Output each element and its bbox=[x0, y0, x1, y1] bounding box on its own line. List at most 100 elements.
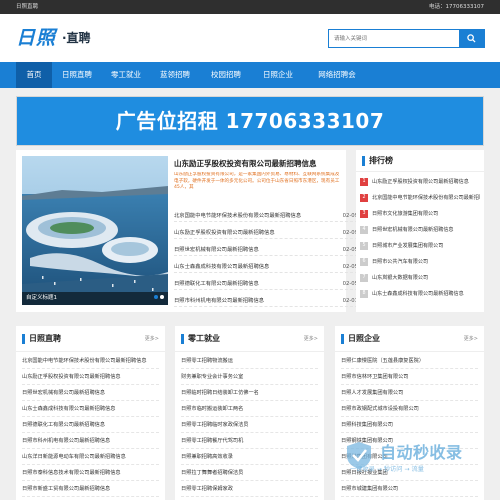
column-title: 日照企业 bbox=[348, 334, 380, 343]
list-item[interactable]: 日照兼职招聘高效收录 bbox=[181, 450, 318, 465]
list-item[interactable]: 日照零工招聘临时家政保洁员 bbox=[181, 418, 318, 433]
ranking-item-title: 日照城市产业发展集团有限公司 bbox=[372, 243, 444, 249]
ranking-header: 排行榜 bbox=[356, 150, 484, 172]
top-phone: 电话：17706333107 bbox=[429, 4, 484, 10]
list-item[interactable]: 日照市临时搬运装卸工两名 bbox=[181, 402, 318, 417]
watermark-subtitle: 一键收录 → 秒访问 → 流量 bbox=[350, 466, 424, 473]
more-link[interactable]: 更多> bbox=[145, 326, 159, 352]
column-header: 日照企业 更多> bbox=[335, 326, 484, 352]
rank-number: 6 bbox=[360, 258, 368, 266]
rank-number: 5 bbox=[360, 242, 368, 250]
rank-number: 1 bbox=[360, 178, 368, 186]
ad-banner-text: 广告位招租 17706333107 bbox=[115, 109, 385, 133]
list-item[interactable]: 日照临时招聘日结装卸工仿佛一名 bbox=[181, 386, 318, 401]
search-box bbox=[328, 29, 485, 48]
list-item-title: 北京国能中电节能环保技术股份有限公司最新招聘信息 bbox=[174, 213, 302, 219]
list-item[interactable]: 日照市政钢配式城市设投有限公司 bbox=[341, 402, 478, 417]
watermark-overlay: 自动秒收录 一键收录 → 秒访问 → 流量 bbox=[344, 436, 484, 486]
list-item[interactable]: 日照零工招聘保姆家政 bbox=[181, 482, 318, 497]
list-item[interactable]: 日照零工招聘餐厅代驾司机 bbox=[181, 434, 318, 449]
list-item[interactable]: 日照德联化工有限公司最新招聘信息 02-05 bbox=[174, 278, 358, 290]
list-item[interactable]: 日照世宏机械有限公司最新招聘信息 02-05 bbox=[174, 244, 358, 256]
list-item[interactable]: 山东士森鑫成科技有限公司最新招聘信息 bbox=[22, 402, 159, 417]
list-item[interactable]: 北京国能中电节能环保技术股份有限公司最新招聘信息 02-09 bbox=[174, 210, 358, 222]
list-item[interactable]: 日照零工招聘物流搬运 bbox=[181, 354, 318, 369]
list-item[interactable]: 日照人才发展集团有限公司 bbox=[341, 386, 478, 401]
slide-dot-1[interactable] bbox=[154, 295, 158, 299]
column-gig-jobs: 零工就业 更多> 日照零工招聘物流搬运 财务兼职专业会计事务公室 日照临时招聘日… bbox=[175, 326, 324, 500]
ranking-item[interactable]: 4 日照世宏机械有限公司最新招聘信息 bbox=[360, 224, 480, 236]
ranking-item[interactable]: 5 日照城市产业发展集团有限公司 bbox=[360, 240, 480, 252]
ranking-item-title: 山东岚银大数据有限公司 bbox=[372, 275, 429, 281]
list-item[interactable]: 山东励正孚股权投资有限公司最新招聘信息 02-09 bbox=[174, 227, 358, 239]
logo-main-text: 日照 bbox=[16, 27, 57, 49]
list-item[interactable]: 日照仁康慢医院（五莲县康复医院） bbox=[341, 354, 478, 369]
list-item[interactable]: 日照市科州机电有限公司最新招聘信息 02-01 bbox=[174, 295, 358, 307]
ranking-item-title: 日照世宏机械有限公司最新招聘信息 bbox=[372, 227, 454, 233]
list-item[interactable]: 日照拉丁舞舞者招聘保洁员 bbox=[181, 466, 318, 481]
search-input[interactable] bbox=[329, 30, 459, 47]
list-item[interactable]: 山东士森鑫成科技有限公司最新招聘信息 02-05 bbox=[174, 261, 358, 273]
list-item[interactable]: 北京国能中电节能环保技术股份有限公司最新招聘信息 bbox=[22, 354, 159, 369]
title-accent-bar bbox=[362, 156, 365, 166]
list-item[interactable]: 山东洋日新能源电动车有限公司最新招聘信息 bbox=[22, 450, 159, 465]
list-item[interactable]: 日照世宏机械有限公司最新招聘信息 bbox=[22, 386, 159, 401]
title-accent-bar bbox=[22, 334, 25, 344]
ranking-title: 排行榜 bbox=[369, 156, 393, 165]
ranking-item[interactable]: 6 日照市公共汽车有限公司 bbox=[360, 256, 480, 268]
nav-item-campus[interactable]: 校园招聘 bbox=[201, 62, 251, 88]
nav-item-bluecollar[interactable]: 蓝领招聘 bbox=[152, 62, 198, 88]
nav-item-home[interactable]: 首页 bbox=[16, 62, 52, 88]
ranking-item-title: 日照市公共汽车有限公司 bbox=[372, 259, 429, 265]
logo-sub-text: ·直聘 bbox=[62, 31, 91, 45]
ranking-item-title: 日照市文化旅游集团有限公司 bbox=[372, 211, 439, 217]
ad-banner[interactable]: 广告位招租 17706333107 bbox=[16, 96, 484, 146]
ranking-item[interactable]: 8 山东士森鑫成科技有限公司最新招聘信息 bbox=[360, 288, 480, 300]
list-item[interactable]: 日照科技集团有限公司 bbox=[341, 418, 478, 433]
list-item[interactable]: 日照市科州机电有限公司最新招聘信息 bbox=[22, 434, 159, 449]
slide-dot-2[interactable] bbox=[160, 295, 164, 299]
list-item-title: 山东励正孚股权投资有限公司最新招聘信息 bbox=[174, 230, 275, 236]
stadium-photo bbox=[22, 156, 168, 305]
list-item[interactable]: 日照市信林环卫集团有限公司 bbox=[341, 370, 478, 385]
list-item-title: 日照市科州机电有限公司最新招聘信息 bbox=[174, 298, 265, 304]
column-header: 日照直聘 更多> bbox=[16, 326, 165, 352]
list-item-title: 日照德联化工有限公司最新招聘信息 bbox=[174, 281, 259, 287]
ranking-item[interactable]: 3 日照市文化旅游集团有限公司 bbox=[360, 208, 480, 220]
main-nav: 首页 日照直聘 零工就业 蓝领招聘 校园招聘 日照企业 网络招聘会 bbox=[0, 62, 500, 88]
top-bar: 日照直聘 电话：17706333107 bbox=[0, 0, 500, 14]
title-accent-bar bbox=[341, 334, 344, 344]
ranking-item[interactable]: 7 山东岚银大数据有限公司 bbox=[360, 272, 480, 284]
ranking-panel: 排行榜 1 山东励正孚股权投资有限公司最新招聘信息 2 北京国能中电节能环保技术股份… bbox=[356, 150, 484, 312]
list-item[interactable]: 财务兼职专业会计事务公室 bbox=[181, 370, 318, 385]
column-header: 零工就业 更多> bbox=[175, 326, 324, 352]
more-link[interactable]: 更多> bbox=[464, 326, 478, 352]
search-icon bbox=[467, 34, 476, 43]
list-item[interactable]: 山东励正孚股权投资有限公司最新招聘信息 bbox=[22, 370, 159, 385]
ranking-item[interactable]: 1 山东励正孚股权投资有限公司最新招聘信息 bbox=[360, 176, 480, 188]
title-accent-bar bbox=[181, 334, 184, 344]
search-button[interactable] bbox=[459, 30, 484, 47]
nav-item-rizhao-zhipin[interactable]: 日照直聘 bbox=[54, 62, 100, 88]
list-item[interactable]: 日照德联化工有限公司最新招聘信息 bbox=[22, 418, 159, 433]
header: 日照 ·直聘 bbox=[0, 14, 500, 62]
slide-caption: 自定义标题1 bbox=[22, 292, 168, 305]
more-link[interactable]: 更多> bbox=[304, 326, 318, 352]
top-site-name[interactable]: 日照直聘 bbox=[16, 0, 38, 14]
featured-slideshow[interactable]: 自定义标题1 bbox=[22, 156, 168, 305]
featured-title[interactable]: 山东励正孚股权投资有限公司最新招聘信息 bbox=[174, 158, 342, 169]
nav-item-companies[interactable]: 日照企业 bbox=[253, 62, 303, 88]
ranking-item-title: 北京国能中电节能环保技术股份有限公司最新招聘信息 bbox=[372, 195, 480, 201]
site-logo[interactable]: 日照 ·直聘 bbox=[16, 25, 100, 51]
list-item[interactable]: 日照市泰科信息技术有限公司最新招聘信息 bbox=[22, 466, 159, 481]
ranking-item-title: 山东士森鑫成科技有限公司最新招聘信息 bbox=[372, 291, 464, 297]
ranking-item[interactable]: 2 北京国能中电节能环保技术股份有限公司最新招聘信息 bbox=[360, 192, 480, 204]
featured-panel: 自定义标题1 山东励正孚股权投资有限公司最新招聘信息 山东励正孚股权投资有限公司… bbox=[16, 150, 358, 312]
rank-number: 8 bbox=[360, 290, 368, 298]
list-item-title: 山东士森鑫成科技有限公司最新招聘信息 bbox=[174, 264, 270, 270]
rank-number: 7 bbox=[360, 274, 368, 282]
list-item[interactable]: 日照市新盛工贸有限公司最新招聘信息 bbox=[22, 482, 159, 497]
nav-item-job-fair[interactable]: 网络招聘会 bbox=[306, 62, 368, 88]
rank-number: 2 bbox=[360, 194, 368, 202]
nav-item-gig-jobs[interactable]: 零工就业 bbox=[103, 62, 149, 88]
